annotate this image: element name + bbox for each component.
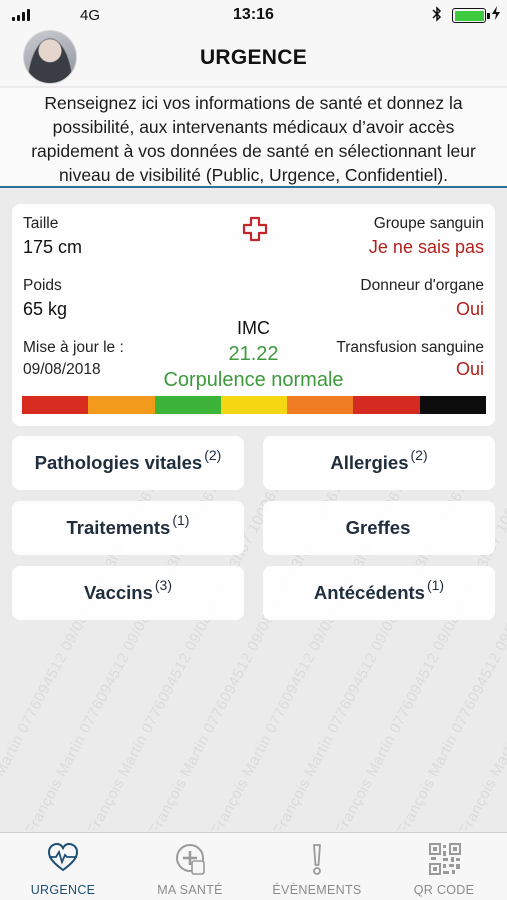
exclamation-icon (313, 844, 321, 875)
tile-count: (2) (410, 447, 428, 463)
tab-qr-code[interactable]: QR CODE (381, 833, 507, 900)
tile-greffes[interactable]: Greffes (263, 501, 495, 555)
tile-antecedents[interactable]: Antécédents (1) (263, 566, 495, 620)
bmi-scale-segment (220, 396, 288, 414)
tile-label: Greffes (345, 517, 411, 538)
tile-pathologies-vitales[interactable]: Pathologies vitales (2) (12, 436, 244, 490)
tile-label: Traitements (66, 517, 171, 538)
imc-status: Corpulence normale (163, 369, 344, 391)
intro-text: Renseignez ici vos informations de santé… (0, 88, 507, 188)
tab-label: URGENCE (30, 883, 96, 897)
tile-count: (3) (154, 577, 173, 593)
tile-vaccins[interactable]: Vaccins (3) (12, 566, 244, 620)
bmi-scale-segment (287, 396, 354, 414)
imc-value: 21.22 (228, 343, 279, 365)
status-bar: 4G 13:16 (0, 0, 507, 30)
tile-label: Antécédents (313, 582, 425, 603)
tile-allergies[interactable]: Allergies (2) (263, 436, 495, 490)
tab-evenements[interactable]: ÉVÈNEMENTS (254, 833, 380, 900)
bluetooth-icon (432, 6, 442, 25)
blood-group-value: Je ne sais pas (368, 237, 484, 257)
qr-code-icon (429, 843, 461, 875)
charging-icon (491, 5, 501, 25)
bmi-scale-segment (154, 396, 221, 414)
tile-count: (1) (172, 512, 190, 528)
medical-folder-icon (176, 844, 205, 875)
tile-label: Allergies (330, 452, 409, 473)
organ-donor-value: Oui (455, 299, 484, 319)
heart-pulse-icon (48, 843, 78, 872)
height-label: Taille (23, 215, 59, 232)
tile-traitements[interactable]: Traitements (1) (12, 501, 244, 555)
tab-label: QR CODE (413, 883, 475, 897)
tile-label: Vaccins (83, 582, 153, 603)
bmi-scale-segment (419, 396, 486, 414)
height-value: 175 cm (23, 237, 83, 257)
tile-label: Pathologies vitales (34, 452, 203, 473)
tab-urgence[interactable]: URGENCE (0, 833, 126, 900)
tab-ma-sante[interactable]: MA SANTÉ (127, 833, 253, 900)
nav-header: URGENCE (0, 30, 507, 86)
tab-label: MA SANTÉ (157, 883, 223, 897)
page-title: URGENCE (199, 46, 308, 69)
bmi-scale-segment (88, 396, 155, 414)
health-summary-card: Taille 175 cm Groupe sanguin Je ne sais … (12, 204, 495, 426)
bmi-scale-bar (22, 396, 486, 414)
medical-cross-icon (242, 216, 268, 242)
tile-count: (1) (426, 577, 445, 593)
tab-bar: URGENCE MA SANTÉ ÉVÈNEMENTS QR CODE (0, 832, 507, 900)
weight-value: 65 kg (23, 299, 68, 319)
bmi-scale-segment (353, 396, 420, 414)
clock: 13:16 (233, 6, 274, 23)
battery-icon (452, 8, 490, 23)
weight-label: Poids (23, 277, 62, 294)
organ-donor-label: Donneur d'organe (360, 277, 484, 294)
tab-label: ÉVÈNEMENTS (272, 883, 362, 897)
tile-count: (2) (204, 447, 222, 463)
bmi-scale-segment (22, 396, 89, 414)
imc-label: IMC (237, 318, 270, 338)
blood-group-label: Groupe sanguin (373, 215, 484, 232)
